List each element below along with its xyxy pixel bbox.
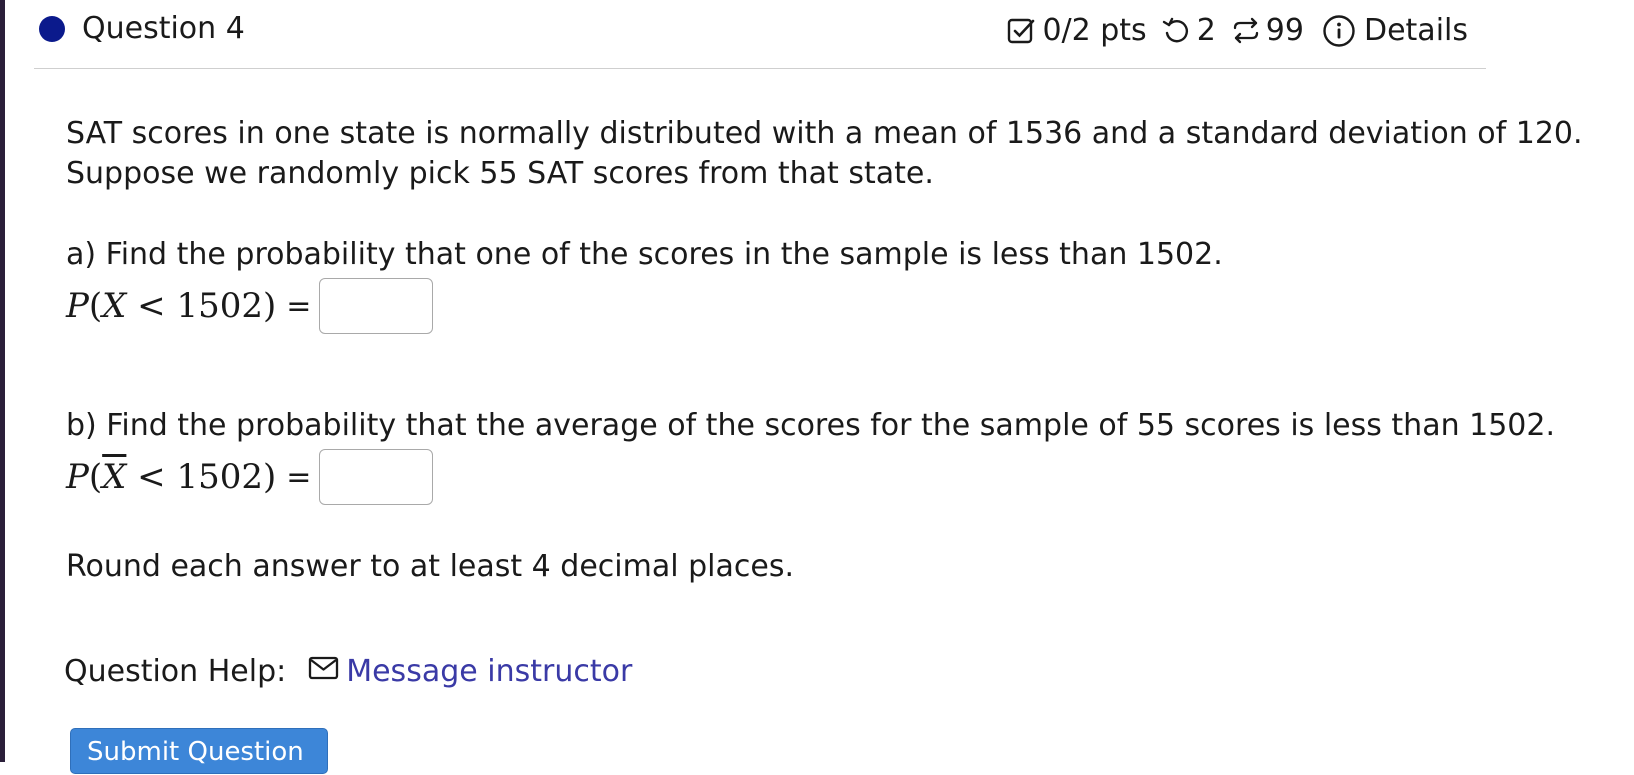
part-a-answer-input[interactable] (319, 278, 434, 334)
mail-icon (308, 652, 340, 692)
question-header: Question 4 0/2 pts 2 99 Details (34, 0, 1486, 69)
details-label: Details (1363, 13, 1468, 48)
checkbox-icon (1006, 16, 1036, 46)
points-text: 0/2 pts (1042, 13, 1147, 48)
intro-line-1: SAT scores in one state is normally dist… (66, 116, 1583, 151)
regenerations-group: 99 (1230, 12, 1304, 50)
part-b-equals: = (286, 459, 312, 495)
question-help: Question Help: Message instructor (64, 652, 632, 692)
part-b-expression: P(X < 1502) (66, 457, 277, 497)
part-a-prompt: a) Find the probability that one of the … (66, 237, 1223, 272)
question-help-label: Question Help: (64, 654, 287, 689)
part-b-answer-input[interactable] (319, 449, 434, 505)
rounding-note: Round each answer to at least 4 decimal … (66, 549, 794, 584)
message-instructor-link[interactable]: Message instructor (308, 652, 632, 692)
question-status-dot (39, 16, 65, 42)
part-a-expression: P(X < 1502) (66, 286, 277, 326)
regenerations-count: 99 (1265, 13, 1304, 48)
submit-question-button[interactable]: Submit Question (70, 728, 328, 774)
part-b-answer-row: P(X < 1502) = (66, 447, 434, 507)
points-group: 0/2 pts (1006, 12, 1147, 50)
message-instructor-label: Message instructor (346, 654, 633, 689)
attempts-count: 2 (1196, 13, 1216, 48)
retry-icon (1161, 16, 1191, 46)
left-edge-bar (0, 0, 5, 762)
details-button[interactable]: Details (1322, 12, 1468, 50)
intro-line-2: Suppose we randomly pick 55 SAT scores f… (66, 156, 934, 191)
question-title: Question 4 (82, 11, 245, 46)
info-icon (1322, 14, 1356, 48)
question-meta: 0/2 pts 2 99 Details (1006, 12, 1468, 50)
part-b-prompt: b) Find the probability that the average… (66, 408, 1556, 443)
part-a-equals: = (286, 288, 312, 324)
attempts-group: 2 (1161, 12, 1216, 50)
part-a-answer-row: P(X < 1502) = (66, 276, 434, 336)
regenerate-icon (1230, 16, 1262, 46)
